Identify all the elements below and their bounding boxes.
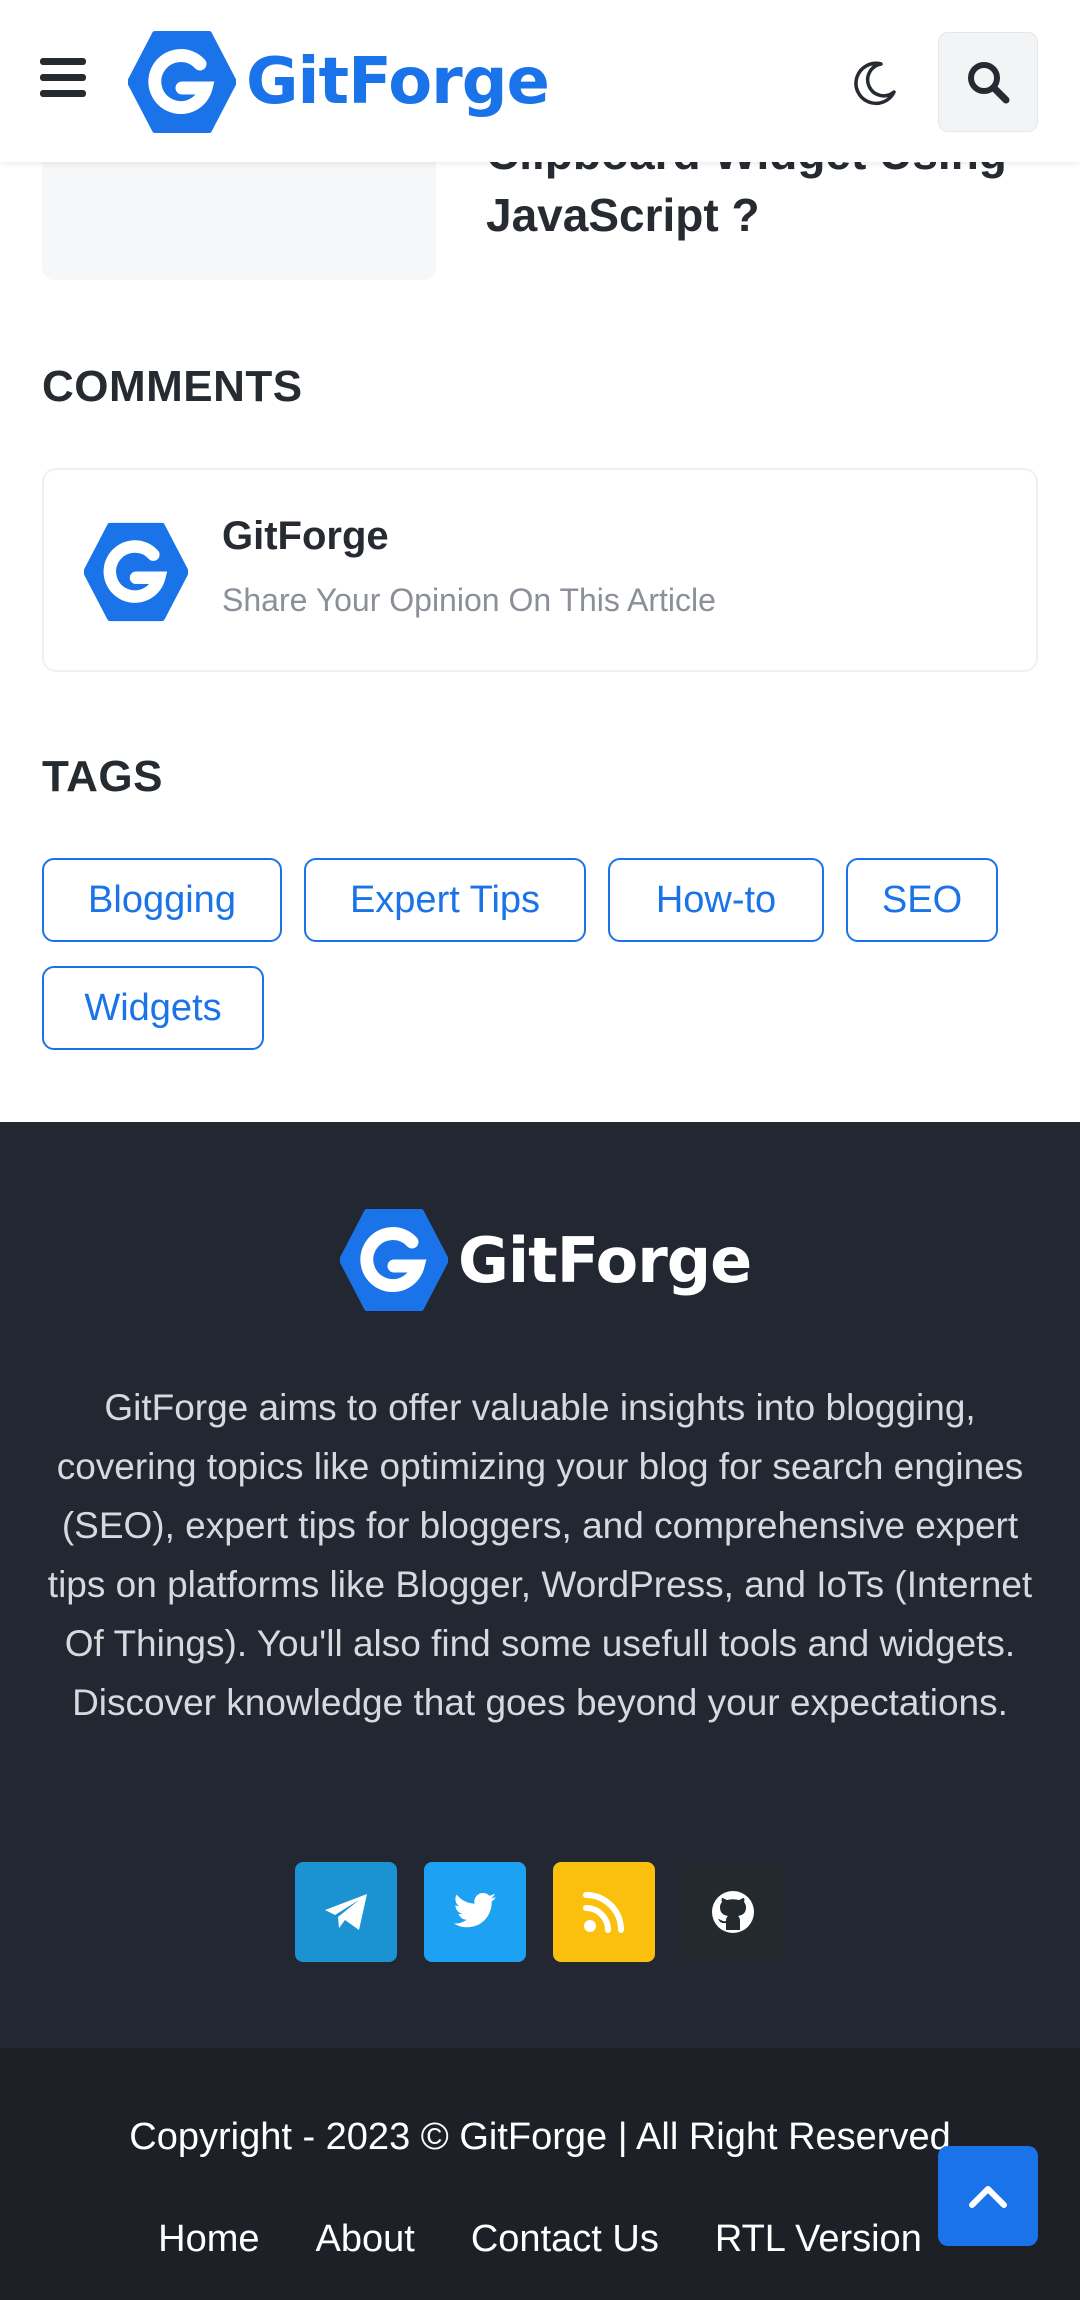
footer-link-about[interactable]: About <box>316 2218 415 2261</box>
tag-how-to[interactable]: How-to <box>608 858 824 942</box>
github-button[interactable] <box>682 1862 784 1962</box>
site-header: GitForge <box>0 0 1080 162</box>
tag-widgets[interactable]: Widgets <box>42 966 264 1050</box>
site-logo[interactable]: GitForge <box>128 30 550 134</box>
bottom-bar: Copyright - 2023 © GitForge | All Right … <box>0 2048 1080 2300</box>
footer-link-home[interactable]: Home <box>158 2218 259 2261</box>
footer-logo[interactable]: GitForge <box>340 1208 752 1312</box>
twitter-icon <box>453 1893 496 1928</box>
twitter-button[interactable] <box>424 1862 526 1962</box>
footer-brand-name: GitForge <box>458 1223 752 1297</box>
telegram-button[interactable] <box>295 1862 397 1962</box>
tags-heading: TAGS <box>42 752 163 801</box>
copyright-text: Copyright - 2023 © GitForge | All Right … <box>129 2116 951 2158</box>
github-icon <box>712 1891 754 1933</box>
footer-link-rtl[interactable]: RTL Version <box>715 2218 922 2261</box>
site-footer: GitForge GitForge aims to offer valuable… <box>0 1122 1080 2048</box>
search-icon <box>968 62 1010 104</box>
comment-prompt: Share Your Opinion On This Article <box>222 582 716 618</box>
avatar <box>84 522 188 622</box>
gitforge-logo-icon <box>340 1209 448 1311</box>
comment-card[interactable]: GitForge Share Your Opinion On This Arti… <box>42 468 1038 672</box>
tag-blogging[interactable]: Blogging <box>42 858 282 942</box>
tag-expert-tips[interactable]: Expert Tips <box>304 858 586 942</box>
telegram-icon <box>325 1894 367 1930</box>
gitforge-logo-icon <box>128 31 236 133</box>
tag-seo[interactable]: SEO <box>846 858 998 942</box>
search-button[interactable] <box>938 32 1038 132</box>
footer-links: Home About Contact Us RTL Version <box>0 2218 1080 2261</box>
footer-link-contact[interactable]: Contact Us <box>471 2218 659 2261</box>
comment-author: GitForge <box>222 514 389 558</box>
comments-heading: COMMENTS <box>42 362 303 411</box>
rss-button[interactable] <box>553 1862 655 1962</box>
footer-description: GitForge aims to offer valuable insights… <box>47 1387 1033 1723</box>
brand-name: GitForge <box>246 45 550 119</box>
rss-icon <box>583 1892 624 1933</box>
chevron-up-icon <box>969 2186 1007 2208</box>
hamburger-menu-icon[interactable] <box>40 58 86 102</box>
moon-icon[interactable] <box>850 58 900 108</box>
related-post-title-line2: JavaScript ? <box>486 189 760 241</box>
back-to-top-button[interactable] <box>938 2146 1038 2246</box>
